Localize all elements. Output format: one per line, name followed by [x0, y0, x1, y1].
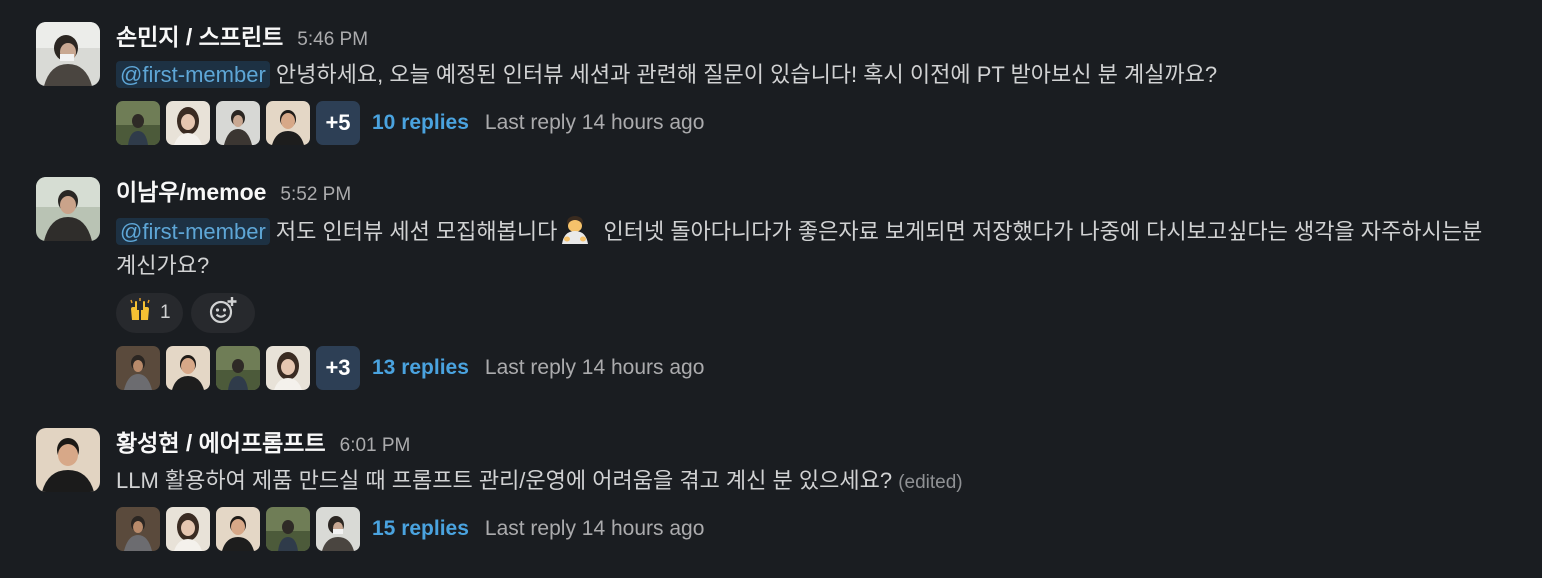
avatar[interactable] — [36, 177, 100, 241]
participant-avatar — [116, 101, 160, 145]
message-text: LLM 활용하여 제품 만드실 때 프롬프트 관리/운영에 어려움을 겪고 계신… — [116, 464, 1502, 500]
timestamp[interactable]: 5:52 PM — [280, 184, 351, 206]
message-content: 황성현 / 에어프롬프트 6:01 PM LLM 활용하여 제품 만드실 때 프… — [116, 424, 1502, 552]
participant-avatar — [216, 101, 260, 145]
thread-summary[interactable]: +5 10 replies Last reply 14 hours ago — [116, 100, 1502, 146]
mention-link[interactable]: @first-member — [116, 218, 270, 245]
author-name[interactable]: 황성현 / 에어프롬프트 — [116, 424, 326, 458]
thread-participants — [116, 507, 360, 551]
thread-participants: +3 — [116, 346, 360, 390]
message-body: 저도 인터뷰 세션 모집해봅니다 — [269, 219, 558, 244]
thread-summary[interactable]: 15 replies Last reply 14 hours ago — [116, 506, 1502, 552]
add-reaction-button[interactable] — [190, 293, 255, 333]
edited-label: (edited) — [898, 472, 963, 493]
author-name[interactable]: 이남우/memoe — [116, 173, 266, 207]
mention-link[interactable]: @first-member — [116, 61, 270, 88]
participant-avatar — [266, 346, 310, 390]
author-name[interactable]: 손민지 / 스프린트 — [116, 18, 283, 52]
raising-hands-emoji — [128, 298, 152, 328]
last-reply-time: Last reply 14 hours ago — [484, 517, 705, 540]
last-reply-time: Last reply 14 hours ago — [484, 111, 705, 134]
reaction-raising-hands[interactable]: 1 — [116, 293, 183, 333]
reaction-count: 1 — [160, 302, 171, 323]
reactions-bar: 1 — [116, 293, 1502, 333]
participant-avatar — [216, 346, 260, 390]
avatar[interactable] — [36, 22, 100, 86]
participant-avatar — [166, 346, 210, 390]
message-content: 손민지 / 스프린트 5:46 PM @first-member 안녕하세요, … — [116, 18, 1502, 146]
participant-avatar — [166, 101, 210, 145]
thread-summary[interactable]: +3 13 replies Last reply 14 hours ago — [116, 345, 1502, 391]
participant-avatar — [116, 346, 160, 390]
message-body: LLM 활용하여 제품 만드실 때 프롬프트 관리/운영에 어려움을 겪고 계신… — [116, 468, 899, 493]
message-content: 이남우/memoe 5:52 PM @first-member 저도 인터뷰 세… — [116, 173, 1502, 391]
participant-avatar — [316, 507, 360, 551]
timestamp[interactable]: 6:01 PM — [340, 435, 411, 457]
replies-link[interactable]: 10 replies — [372, 111, 469, 135]
timestamp[interactable]: 5:46 PM — [297, 29, 368, 51]
message-text: @first-member 안녕하세요, 오늘 예정된 인터뷰 세션과 관련해 … — [116, 58, 1502, 92]
message-body: 안녕하세요, 오늘 예정된 인터뷰 세션과 관련해 질문이 있습니다! 혹시 이… — [269, 62, 1218, 87]
bowing-person-emoji — [559, 213, 591, 245]
more-participants: +5 — [316, 101, 360, 145]
replies-link[interactable]: 13 replies — [372, 356, 469, 380]
more-participants: +3 — [316, 346, 360, 390]
participant-avatar — [266, 101, 310, 145]
participant-avatar — [266, 507, 310, 551]
add-reaction-icon — [208, 295, 238, 331]
avatar[interactable] — [36, 428, 100, 492]
participant-avatar — [166, 507, 210, 551]
replies-link[interactable]: 15 replies — [372, 517, 469, 541]
thread-participants: +5 — [116, 101, 360, 145]
last-reply-time: Last reply 14 hours ago — [484, 356, 705, 379]
participant-avatar — [216, 507, 260, 551]
participant-avatar — [116, 507, 160, 551]
message-text: @first-member 저도 인터뷰 세션 모집해봅니다 인터넷 돌아다니다… — [116, 213, 1502, 283]
